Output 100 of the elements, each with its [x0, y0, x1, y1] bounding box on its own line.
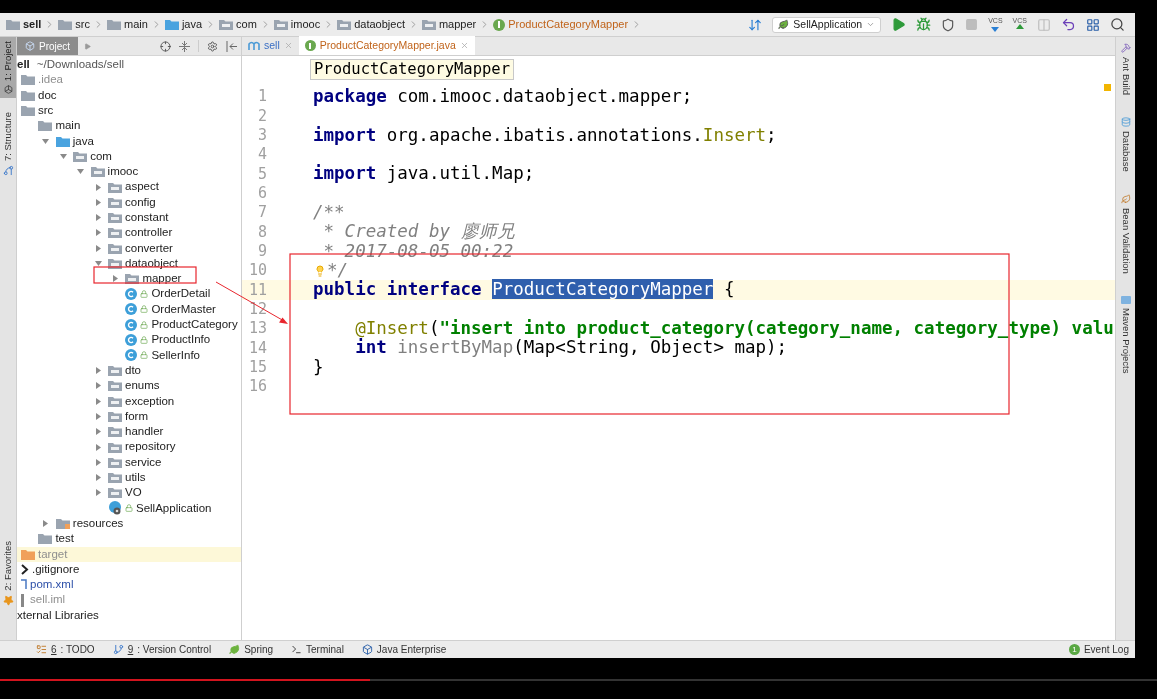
tool-window-tab[interactable]: Database [1118, 117, 1133, 172]
tree-item[interactable]: controller [17, 225, 241, 241]
up-arrow-icon [1015, 24, 1024, 32]
run-configuration-dropdown[interactable]: SellApplication [772, 16, 882, 33]
folder-icon [6, 19, 20, 30]
tree-item[interactable]: repository [17, 439, 241, 455]
project-structure-icon[interactable] [1086, 17, 1100, 32]
breadcrumb-item[interactable]: imooc [290, 16, 321, 33]
breadcrumb-item[interactable]: main [124, 16, 148, 33]
tree-item[interactable]: dataobject [17, 255, 241, 272]
tree-item[interactable]: ProductInfo [17, 332, 241, 348]
tree-item[interactable]: service [17, 454, 241, 470]
file-icon [21, 563, 29, 575]
coverage-icon[interactable] [941, 17, 956, 32]
hide-icon[interactable] [226, 40, 237, 52]
sort-icon[interactable] [748, 17, 763, 32]
tool-window-tab[interactable]: Ant Build [1118, 43, 1133, 96]
tree-item[interactable]: doc [17, 87, 241, 103]
code-line: } [313, 357, 324, 377]
folder-icon [108, 181, 122, 193]
folder-icon [108, 426, 122, 438]
tool-window-tab[interactable]: 2: Favorites [0, 537, 16, 610]
folder-icon [108, 365, 122, 377]
collapsed-arrow-icon [111, 275, 119, 283]
tree-item[interactable]: main [17, 118, 241, 134]
tree-item[interactable]: ProductCategory [17, 317, 241, 333]
tool-window-button[interactable]: Terminal [291, 642, 344, 657]
breadcrumb-item[interactable]: com [236, 16, 257, 33]
tool-window-button[interactable]: 6 : TODO [36, 642, 95, 657]
tree-item[interactable]: .gitignore [17, 561, 241, 578]
file-icon [21, 579, 27, 591]
tool-window-button[interactable]: 9 : Version Control [112, 642, 212, 657]
interface-icon [304, 40, 316, 51]
tool-window-button[interactable]: Java Enterprise [361, 642, 447, 657]
tree-item[interactable]: OrderMaster [17, 301, 241, 318]
tree-item[interactable]: VO [17, 485, 241, 501]
structure-icon [2, 165, 14, 177]
tree-item[interactable]: src [17, 102, 241, 119]
terminal-icon [291, 644, 303, 655]
tooltip: ProductCategoryMapper [310, 59, 514, 80]
tree-item[interactable]: resources [17, 515, 241, 532]
todo-icon [36, 644, 47, 655]
tool-window-tab[interactable]: Maven Projects [1118, 295, 1133, 374]
search-icon[interactable] [1110, 17, 1125, 32]
lightbulb-icon[interactable] [314, 264, 326, 277]
maven-icon [1120, 295, 1131, 304]
breadcrumb-item[interactable]: java [181, 16, 203, 33]
tree-item[interactable]: handler [17, 424, 241, 440]
code-line: int insertByMap(Map<String, Object> map); [354, 338, 788, 358]
interface-icon [493, 18, 506, 31]
tree-item[interactable]: test [17, 531, 241, 547]
tree-item[interactable]: xternal Libraries [17, 607, 241, 623]
breadcrumb-item[interactable]: ProductCategoryMapper [508, 16, 629, 33]
editor-tab[interactable]: sell [242, 36, 299, 55]
tree-item[interactable]: com [17, 148, 241, 165]
tree-item[interactable]: imooc [17, 164, 241, 180]
close-icon[interactable] [459, 41, 469, 50]
folder-icon [108, 441, 122, 453]
close-icon[interactable] [283, 41, 293, 50]
tree-item[interactable]: mapper [17, 271, 241, 287]
settings-icon[interactable] [207, 40, 218, 52]
tree-item[interactable]: enums [17, 378, 241, 394]
down-arrow-icon [991, 24, 1000, 32]
tool-window-tab[interactable]: Bean Validation [1118, 193, 1133, 274]
code-line: @Insert("insert into product_category(category_name, category_type) valu [354, 319, 1114, 339]
folder-icon [108, 487, 122, 499]
breadcrumb-item[interactable]: src [75, 16, 91, 33]
tool-window-button[interactable]: Spring [229, 642, 274, 657]
event-log-button[interactable]: 1 Event Log [1068, 642, 1129, 657]
tool-window-tab[interactable]: 7: Structure [0, 108, 16, 181]
tree-item[interactable]: SellerInfo [17, 347, 241, 363]
debug-icon[interactable] [916, 17, 932, 32]
run-icon[interactable] [891, 17, 907, 32]
locate-icon[interactable] [160, 40, 171, 52]
code-line: public interface ProductCategoryMapper { [313, 280, 735, 300]
breadcrumb-item[interactable]: dataobject [354, 16, 405, 33]
tool-window-tab[interactable]: 1: Project [0, 37, 16, 99]
tree-item[interactable]: form [17, 408, 241, 425]
line-number: 16 [247, 376, 267, 398]
breadcrumb-item[interactable]: mapper [438, 16, 477, 33]
tree-item[interactable]: constant [17, 209, 241, 226]
editor-tab[interactable]: ProductCategoryMapper.java [298, 36, 475, 55]
tree-item[interactable]: OrderDetail [17, 286, 241, 302]
collapse-all-icon[interactable] [179, 40, 190, 52]
revert-icon[interactable] [1061, 17, 1076, 32]
tree-item[interactable]: SellApplication [17, 500, 241, 516]
tree-item[interactable]: config [17, 194, 241, 210]
line-number: 5 [256, 163, 267, 185]
tree-item[interactable]: java [17, 133, 241, 149]
tree-item[interactable]: utils [17, 470, 241, 486]
tree-item[interactable]: ell ~/Downloads/sell [17, 57, 241, 73]
project-icon [3, 85, 13, 95]
breadcrumb-item[interactable]: sell [23, 16, 42, 33]
tree-item[interactable]: pom.xml [17, 577, 241, 593]
expand-arrow-icon[interactable] [84, 42, 92, 50]
tree-item[interactable]: dto [17, 362, 241, 379]
tree-item[interactable]: aspect [17, 179, 241, 195]
tree-item[interactable]: exception [17, 393, 241, 409]
folder-icon [21, 89, 35, 101]
tree-item[interactable]: converter [17, 240, 241, 256]
